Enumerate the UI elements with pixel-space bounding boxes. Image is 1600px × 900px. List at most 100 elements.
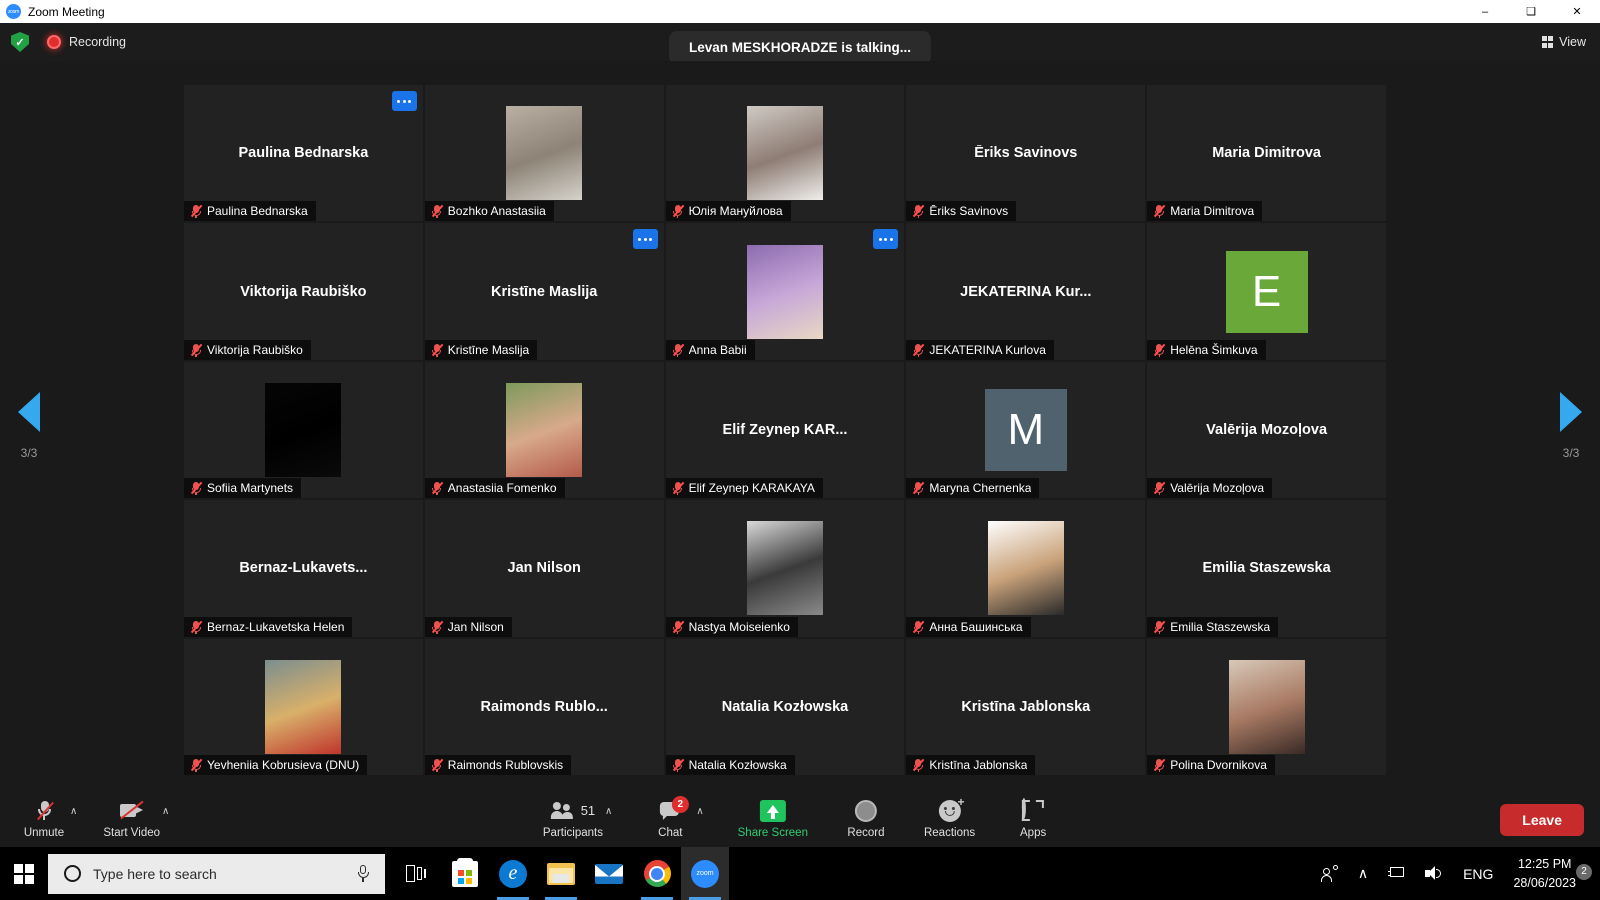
participant-tile[interactable]: E Helēna Šimkuva bbox=[1147, 223, 1386, 360]
participant-avatar-photo bbox=[987, 521, 1064, 616]
record-circle-icon bbox=[854, 798, 877, 823]
chat-button[interactable]: 2 Chat bbox=[646, 796, 694, 839]
participant-display-name: Elif Zeynep KAR... bbox=[722, 421, 848, 438]
participant-name-bar: JEKATERINA Kurlova bbox=[906, 339, 1054, 360]
participant-name-bar: Polina Dvornikova bbox=[1147, 754, 1275, 775]
language-indicator[interactable]: ENG bbox=[1463, 866, 1493, 882]
participant-tile[interactable]: Polina Dvornikova bbox=[1147, 638, 1386, 775]
microphone-muted-icon bbox=[1153, 343, 1166, 357]
participants-caret-icon[interactable]: ∧ bbox=[605, 806, 612, 817]
chevron-left-icon bbox=[18, 391, 40, 432]
microphone-muted-icon bbox=[912, 343, 925, 357]
microphone-muted-icon bbox=[1153, 204, 1166, 219]
participant-name-bar: Maria Dimitrova bbox=[1147, 201, 1263, 222]
participant-tile[interactable]: Kristīna Jablonska Kristīna Jablonska bbox=[906, 638, 1146, 775]
video-gallery: 3/3 3/3 Paulina Bednarska Paulina Bednars… bbox=[0, 61, 1600, 790]
task-view-icon[interactable] bbox=[393, 847, 441, 900]
participant-name-bar: Elif Zeynep KARAKAYA bbox=[665, 478, 823, 499]
maximize-button[interactable]: ❑ bbox=[1508, 0, 1554, 23]
participant-tile[interactable]: Raimonds Rublo... Raimonds Rublovskis bbox=[424, 638, 664, 775]
participant-avatar-photo bbox=[746, 244, 823, 339]
shield-check-icon[interactable]: ✓ bbox=[11, 32, 29, 52]
participant-name-label: Valērija Mozoļova bbox=[1170, 481, 1265, 496]
participant-avatar-photo bbox=[1228, 659, 1305, 754]
windows-start-icon[interactable] bbox=[0, 847, 48, 900]
microphone-muted-icon bbox=[672, 204, 684, 219]
participant-name-bar: Юлія Мануйлова bbox=[665, 201, 791, 222]
participant-tile[interactable]: JEKATERINA Kur... JEKATERINA Kurlova bbox=[906, 223, 1146, 360]
participant-tile[interactable]: Bozhko Anastasiia bbox=[424, 85, 664, 222]
speaker-icon[interactable] bbox=[1425, 866, 1443, 881]
participant-tile[interactable]: Анна Башинська bbox=[906, 500, 1146, 637]
close-button[interactable]: ✕ bbox=[1554, 0, 1600, 23]
microsoft-store-icon[interactable] bbox=[441, 847, 489, 900]
recording-indicator[interactable]: Recording bbox=[47, 35, 126, 49]
record-button[interactable]: Record bbox=[842, 798, 890, 839]
participant-display-name: Ēriks Savinovs bbox=[974, 145, 1078, 162]
participant-tile[interactable]: Ēriks Savinovs Ēriks Savinovs bbox=[906, 85, 1146, 222]
page-indicator-right: 3/3 bbox=[1562, 445, 1580, 460]
participant-tile[interactable]: Anna Babii bbox=[665, 223, 905, 360]
participant-tile[interactable]: Bernaz-Lukavets... Bernaz-Lukavetska Hele… bbox=[184, 500, 423, 637]
file-explorer-icon[interactable] bbox=[537, 847, 585, 900]
video-options-caret-icon[interactable]: ∧ bbox=[162, 806, 169, 817]
microphone-muted-icon bbox=[190, 620, 203, 634]
start-video-button[interactable]: Start Video bbox=[103, 798, 160, 839]
reactions-button[interactable]: + Reactions bbox=[924, 796, 975, 840]
mail-icon[interactable] bbox=[585, 847, 633, 900]
participant-tile[interactable]: Natalia Kozłowska Natalia Kozłowska bbox=[665, 638, 905, 775]
audio-options-caret-icon[interactable]: ∧ bbox=[70, 806, 77, 817]
participant-more-options-button[interactable] bbox=[873, 229, 899, 250]
participant-tile[interactable]: Emilia Staszewska Emilia Staszewska bbox=[1147, 500, 1386, 637]
chat-bubble-icon: 2 bbox=[659, 796, 689, 823]
leave-button[interactable]: Leave bbox=[1500, 804, 1584, 836]
microphone-muted-icon bbox=[36, 798, 54, 823]
microphone-muted-icon bbox=[912, 758, 925, 772]
taskbar-search-input[interactable]: Type here to search bbox=[48, 853, 385, 894]
unmute-button[interactable]: Unmute bbox=[20, 798, 68, 839]
participant-tile[interactable]: Юлія Мануйлова bbox=[665, 85, 905, 222]
chat-caret-icon[interactable]: ∧ bbox=[696, 806, 703, 817]
participant-more-options-button[interactable] bbox=[632, 229, 658, 250]
google-chrome-icon[interactable] bbox=[633, 847, 681, 900]
people-icon[interactable] bbox=[1320, 864, 1338, 883]
cortana-microphone-icon[interactable] bbox=[357, 864, 369, 883]
participant-tile[interactable]: Valērija Mozoļova Valērija Mozoļova bbox=[1147, 361, 1386, 499]
participant-tile[interactable]: M Maryna Chernenka bbox=[906, 361, 1146, 499]
next-page-button[interactable]: 3/3 bbox=[1560, 391, 1582, 460]
tray-expand-chevron-icon[interactable]: ∧ bbox=[1358, 865, 1368, 882]
participant-name-label: Emilia Staszewska bbox=[1170, 619, 1271, 634]
participant-name-label: Юлія Мануйлова bbox=[688, 204, 783, 219]
participant-tile[interactable]: Anastasiia Fomenko bbox=[424, 361, 664, 499]
minimize-button[interactable]: – bbox=[1462, 0, 1508, 23]
participant-tile[interactable]: Jan Nilson Jan Nilson bbox=[424, 500, 664, 637]
participant-name-label: Sofiia Martynets bbox=[207, 481, 294, 496]
participant-tile[interactable]: Yevheniia Kobrusieva (DNU) bbox=[184, 638, 423, 775]
participants-button[interactable]: 51 Participants bbox=[543, 798, 603, 839]
previous-page-button[interactable]: 3/3 bbox=[18, 391, 40, 460]
participants-count: 51 bbox=[580, 803, 596, 818]
participant-name-label: Natalia Kozłowska bbox=[688, 757, 787, 772]
zoom-icon[interactable]: zoom bbox=[681, 847, 729, 900]
taskbar-clock[interactable]: 12:25 PM 28/06/2023 bbox=[1513, 855, 1576, 891]
participant-tile[interactable]: Elif Zeynep KAR... Elif Zeynep KARAKAYA bbox=[665, 361, 905, 499]
participant-name-bar: Viktorija Raubiško bbox=[184, 339, 311, 360]
microsoft-edge-icon[interactable]: e bbox=[489, 847, 537, 900]
participant-name-label: Raimonds Rublovskis bbox=[447, 757, 564, 772]
view-button[interactable]: View bbox=[1541, 35, 1586, 49]
record-label: Record bbox=[847, 827, 885, 839]
window-titlebar: zoom Zoom Meeting – ❑ ✕ bbox=[0, 0, 1600, 23]
participant-more-options-button[interactable] bbox=[391, 91, 417, 111]
apps-button[interactable]: Apps bbox=[1009, 798, 1057, 839]
participant-tile[interactable]: Paulina Bednarska Paulina Bednarska bbox=[184, 85, 423, 222]
participant-name-bar: Анна Башинська bbox=[906, 616, 1031, 637]
share-screen-button[interactable]: Share Screen bbox=[738, 798, 808, 839]
participant-tile[interactable]: Viktorija Raubiško Viktorija Raubiško bbox=[184, 223, 423, 360]
participant-tile[interactable]: Kristīne Maslija Kristīne Maslija bbox=[424, 223, 664, 360]
participant-tile[interactable]: Nastya Moiseienko bbox=[665, 500, 905, 637]
participant-tile[interactable]: Sofiia Martynets bbox=[184, 361, 423, 499]
participant-tile[interactable]: Maria Dimitrova Maria Dimitrova bbox=[1147, 85, 1386, 222]
chat-unread-badge: 2 bbox=[671, 796, 689, 813]
network-monitor-icon[interactable] bbox=[1388, 866, 1405, 881]
chevron-right-icon bbox=[1560, 391, 1582, 432]
